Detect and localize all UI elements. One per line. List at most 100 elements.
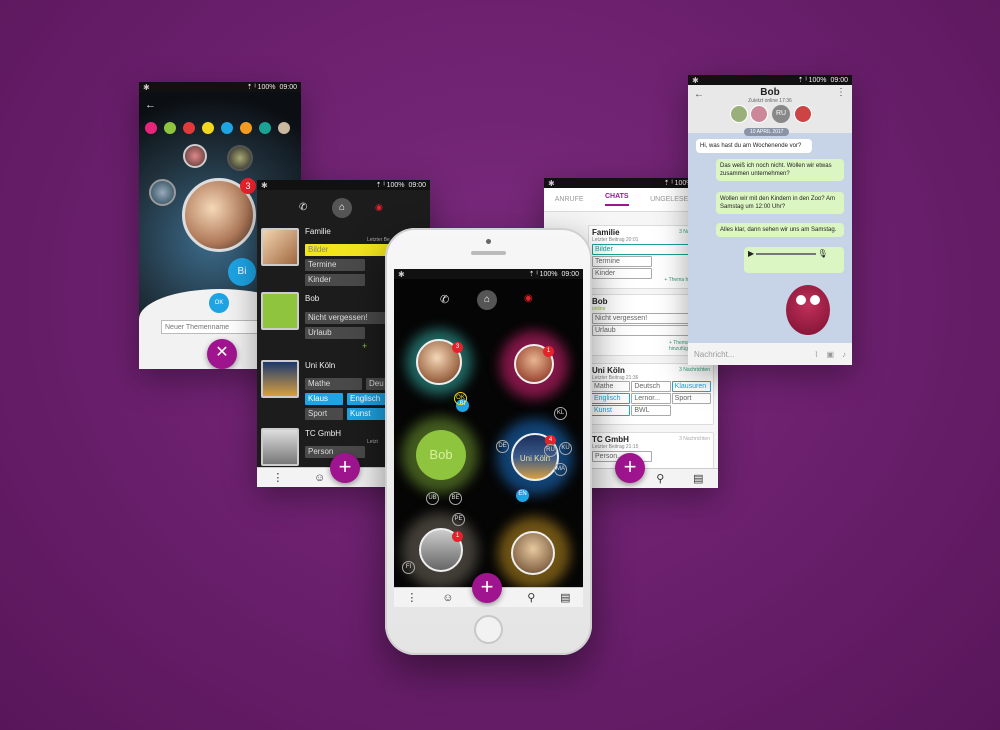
camera-icon[interactable]: ◉ <box>375 202 383 213</box>
contact-mini-avatar[interactable] <box>183 144 207 168</box>
contacts-icon[interactable]: ☺ <box>314 472 325 484</box>
topic-mini-bubble[interactable]: EN <box>516 489 529 502</box>
color-swatch[interactable] <box>145 122 157 134</box>
mic-icon[interactable]: ♪ <box>842 350 846 359</box>
play-icon[interactable]: ▶ <box>748 249 754 258</box>
topic-mini-bubble[interactable]: FI <box>402 561 415 574</box>
topic-tag[interactable]: Klaus <box>305 393 343 405</box>
color-swatch[interactable] <box>202 122 214 134</box>
chat-card-uni-koeln[interactable]: Uni Köln Letzter Beitrag 21:36 3 Nachric… <box>588 363 714 425</box>
topic-tag[interactable]: Kinder <box>305 274 365 286</box>
contacts-icon[interactable]: ☺ <box>442 592 453 604</box>
topic-tag[interactable]: Kinder <box>592 268 652 279</box>
message-text: Hi, was hast du am Wochenende vor? <box>700 143 802 149</box>
group-avatar-tc-gmbh[interactable] <box>261 428 299 466</box>
message-text: Alles klar, dann sehen wir uns am Samsta… <box>720 227 837 233</box>
add-button[interactable]: + <box>472 573 502 603</box>
topic-tag[interactable]: Mathe <box>305 378 362 390</box>
camera-icon[interactable]: ▣ <box>826 350 834 359</box>
back-arrow-icon[interactable]: ← <box>145 99 156 111</box>
home-icon[interactable]: ⌂ <box>477 290 497 310</box>
topic-mini-bubble[interactable]: RU <box>544 444 557 457</box>
topic-tag[interactable]: Englisch <box>347 393 387 405</box>
color-swatch[interactable] <box>183 122 195 134</box>
topic-tag[interactable]: Klausuren <box>671 381 711 392</box>
topic-mini-bubble[interactable]: PE <box>452 513 465 526</box>
bubbles-home-screen: ✱ ⇡ ᴵ 100% 09:00 ✆ ⌂ ◉ 3 1 Bob Uni Köln … <box>394 269 583 607</box>
chat-last-post: Letzter Beitrag 21:15 <box>592 444 639 450</box>
phone-icon[interactable]: ✆ <box>299 202 307 213</box>
phone-icon[interactable]: ✆ <box>440 293 449 306</box>
search-icon[interactable]: ⚲ <box>527 591 535 604</box>
participant-avatar[interactable] <box>794 105 812 123</box>
group-mini-avatar[interactable] <box>149 179 176 206</box>
topic-tag-grid: Mathe Deutsch Klausuren Englisch Lernor... Sp… <box>589 381 713 416</box>
topic-tag[interactable]: Lernor... <box>631 393 671 404</box>
topic-mini-bubble[interactable]: BE <box>449 492 462 505</box>
color-swatch[interactable] <box>259 122 271 134</box>
add-button[interactable]: + <box>330 453 360 483</box>
group-avatar-bob[interactable] <box>261 292 299 330</box>
home-button[interactable] <box>474 615 503 644</box>
search-icon[interactable]: ⚲ <box>656 472 664 485</box>
menu-icon[interactable]: ⋮ <box>272 471 283 484</box>
topic-tag[interactable]: Urlaub <box>305 327 365 339</box>
topic-tag[interactable]: BWL <box>631 405 671 416</box>
color-swatch[interactable] <box>164 122 176 134</box>
topic-tag[interactable]: Kunst <box>591 405 631 416</box>
topic-mini-bubble[interactable]: KL <box>554 407 567 420</box>
group-name-familie: Familie <box>305 227 331 236</box>
topic-tag[interactable]: Sport <box>671 393 711 404</box>
group-bubble-bob[interactable]: Bob <box>416 430 466 480</box>
sticker-eye <box>796 295 806 305</box>
topic-mini-bubble[interactable]: OK <box>454 392 467 405</box>
participant-avatar[interactable] <box>750 105 768 123</box>
topic-tag[interactable]: Termine <box>305 259 365 271</box>
attach-icon[interactable]: ⌇ <box>815 350 819 359</box>
color-swatch[interactable] <box>278 122 290 134</box>
home-icon[interactable]: ⌂ <box>332 198 352 218</box>
participant-avatar-ru[interactable]: RU <box>772 105 790 123</box>
voice-message[interactable]: ▶ 🎙 <box>744 247 844 273</box>
add-topic-plus[interactable]: + <box>362 341 367 351</box>
add-button[interactable]: + <box>615 453 645 483</box>
group-bubble-team[interactable] <box>511 531 555 575</box>
topic-mini-bubble[interactable]: DE <box>496 440 509 453</box>
status-signal: ⇡ ᴵ 100% <box>375 182 405 189</box>
contact-name: Bob <box>760 87 780 98</box>
topic-tag[interactable]: Deutsch <box>631 381 671 392</box>
more-vert-icon[interactable]: ⋮ <box>836 87 846 98</box>
participant-avatar[interactable] <box>730 105 748 123</box>
address-book-icon[interactable]: ▤ <box>693 472 703 485</box>
color-swatch[interactable] <box>221 122 233 134</box>
status-bar: ✱ ⇡ ᴵ 100% 09:00 <box>394 269 583 279</box>
topic-tag[interactable]: Kunst <box>347 408 387 420</box>
address-book-icon[interactable]: ▤ <box>560 591 570 604</box>
message-outgoing: Wollen wir mit den Kindern in den Zoo? A… <box>716 192 844 214</box>
topic-tag[interactable]: Mathe <box>591 381 631 392</box>
menu-icon[interactable]: ⋮ <box>406 591 417 604</box>
group-meta: Letzter Be <box>367 237 390 243</box>
group-avatar-uni-koeln[interactable] <box>261 360 299 398</box>
close-button[interactable]: ✕ <box>207 339 237 369</box>
message-outgoing: Das weiß ich noch nicht. Wollen wir etwa… <box>716 159 844 181</box>
group-avatar-familie[interactable] <box>261 228 299 266</box>
mic-icon: 🎙 <box>817 249 828 258</box>
camera-icon[interactable]: ◉ <box>524 293 533 304</box>
tab-anrufe[interactable]: ANRUFE <box>555 196 584 203</box>
chat-card-tc-gmbh[interactable]: TC GmbH Letzter Beitrag 21:15 3 Nachrich… <box>588 432 714 472</box>
unread-badge: 3 <box>452 342 463 353</box>
tab-chats[interactable]: CHATS <box>605 193 629 206</box>
topic-mini-bubble[interactable]: KU <box>559 442 572 455</box>
topic-tag[interactable]: Sport <box>305 408 343 420</box>
topic-tag[interactable]: Termine <box>592 256 652 267</box>
topic-bubble[interactable]: Bi <box>228 258 256 286</box>
ok-button[interactable]: OK <box>209 293 229 313</box>
contact-mini-avatar[interactable] <box>227 145 253 171</box>
message-input[interactable]: Nachricht... <box>694 350 807 359</box>
topic-mini-bubble[interactable]: MA <box>554 463 567 476</box>
color-swatch[interactable] <box>240 122 252 134</box>
back-arrow-icon[interactable]: ← <box>694 89 704 100</box>
topic-mini-bubble[interactable]: UB <box>426 492 439 505</box>
topic-tag[interactable]: Englisch <box>591 393 631 404</box>
